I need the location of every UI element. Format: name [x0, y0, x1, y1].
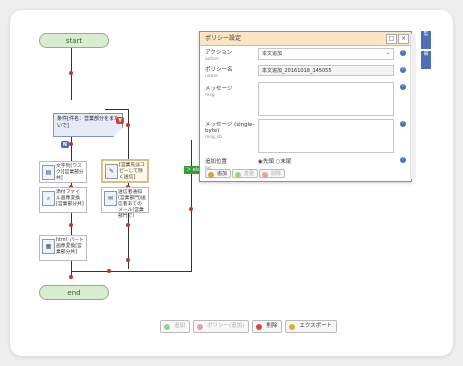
- action-select[interactable]: 本文追加 ⌄: [258, 48, 394, 60]
- policy-icon: [197, 323, 204, 330]
- document-icon: ▤: [42, 165, 55, 180]
- maximize-button[interactable]: □: [386, 34, 397, 44]
- task-node[interactable]: ✉ 送信者通知(営業部門)送信者あてのメール(営業部門で): [101, 187, 149, 219]
- message-sb-label: メッセージ (single-byte) msg_sb: [205, 122, 255, 140]
- help-icon[interactable]: ?: [400, 67, 406, 73]
- task-text: 添付ファイル画像変換[営業部分共]: [56, 190, 84, 207]
- add-policy-button[interactable]: ポリシー(追加): [193, 320, 250, 333]
- attachment-icon: ⌕: [42, 191, 55, 206]
- name-label: ポリシー名 name: [205, 67, 233, 79]
- delete-button[interactable]: 削除: [259, 169, 286, 178]
- html-icon: ▦: [42, 239, 55, 254]
- connector: [72, 271, 129, 272]
- radio-first[interactable]: ◉先頭: [258, 159, 274, 165]
- radio-last[interactable]: ○末尾: [276, 159, 292, 165]
- yes-badge: Y: [116, 117, 124, 124]
- task-node[interactable]: ▤ 文字列(ワスク)[営業部分共]: [39, 161, 87, 183]
- help-icon[interactable]: ?: [400, 50, 406, 56]
- side-tab[interactable]: 監: [421, 31, 431, 49]
- task-node-selected[interactable]: ✎ [営業先はコピーして除く送信]: [101, 159, 149, 183]
- end-node[interactable]: end: [39, 285, 109, 300]
- chevron-down-icon: ⌄: [385, 50, 390, 56]
- bottom-toolbar: 追加 ポリシー(追加) 削除 エクスポート: [160, 320, 338, 333]
- message-sb-textarea[interactable]: [258, 119, 394, 153]
- add-button[interactable]: 追加: [160, 320, 191, 333]
- flow-point: [69, 71, 73, 75]
- task-node[interactable]: ▦ html_パート画像変換[営業部分共]: [39, 235, 87, 261]
- action-label: アクション action: [205, 50, 233, 62]
- policy-icon: ✎: [105, 164, 118, 179]
- connector: [129, 271, 192, 272]
- help-icon[interactable]: ?: [400, 121, 406, 127]
- task-node[interactable]: ⌕ 添付ファイル画像変換[営業部分共]: [39, 187, 87, 213]
- flow-point: [126, 123, 130, 127]
- flow-point: [126, 258, 130, 262]
- dialog-header: ポリシー設定 □ ×: [200, 32, 411, 46]
- delete-button[interactable]: 削除: [252, 320, 283, 333]
- policy-dialog: ポリシー設定 □ × アクション action 本文追加 ⌄ ? ポリシー名 name…: [199, 31, 412, 182]
- change-button[interactable]: 変更: [232, 169, 259, 178]
- no-badge: N: [61, 141, 69, 148]
- change-icon: [235, 171, 241, 178]
- flow-point: [126, 223, 130, 227]
- flow-point: [69, 142, 73, 146]
- message-textarea[interactable]: [258, 82, 394, 116]
- task-text: 送信者通知(営業部門)送信者あてのメール(営業部門で): [118, 190, 146, 219]
- export-icon: [289, 323, 296, 330]
- end-label: end: [67, 288, 81, 297]
- side-tab[interactable]: 補: [421, 51, 431, 69]
- add-button[interactable]: 追加: [205, 169, 232, 178]
- position-radios: ◉先頭 ○末尾: [258, 157, 291, 165]
- connector: [191, 140, 192, 271]
- condition-node[interactable]: 条件[件名：営業部分をまたいで]: [53, 113, 123, 137]
- add-icon: [164, 323, 170, 330]
- help-icon[interactable]: ?: [400, 157, 406, 163]
- dialog-scrollbar[interactable]: [410, 34, 416, 179]
- delete-icon: [262, 171, 268, 178]
- dialog-title: ポリシー設定: [205, 35, 242, 42]
- delete-icon: [256, 323, 263, 330]
- task-text: html_パート画像変換[営業部分共]: [56, 238, 84, 255]
- flow-point: [69, 275, 73, 279]
- flow-point: [69, 223, 73, 227]
- close-button[interactable]: ×: [398, 34, 409, 44]
- add-icon: [208, 171, 214, 178]
- start-label: start: [65, 36, 83, 45]
- flow-point: [107, 269, 111, 273]
- name-input[interactable]: 本文追加_20161018_145055: [258, 65, 394, 76]
- task-text: [営業先はコピーして除く送信]: [119, 163, 145, 180]
- task-text: 文字列(ワスク)[営業部分共]: [56, 164, 84, 181]
- connector: [105, 109, 129, 110]
- condition-text: 条件[件名：営業部分をまたいで]: [57, 116, 119, 129]
- start-node[interactable]: start: [39, 33, 109, 48]
- export-button[interactable]: エクスポート: [285, 320, 338, 333]
- message-label: メッセージ msg: [205, 86, 233, 98]
- help-icon[interactable]: ?: [400, 84, 406, 90]
- flow-point: [189, 207, 193, 211]
- mail-icon: ✉: [104, 191, 117, 206]
